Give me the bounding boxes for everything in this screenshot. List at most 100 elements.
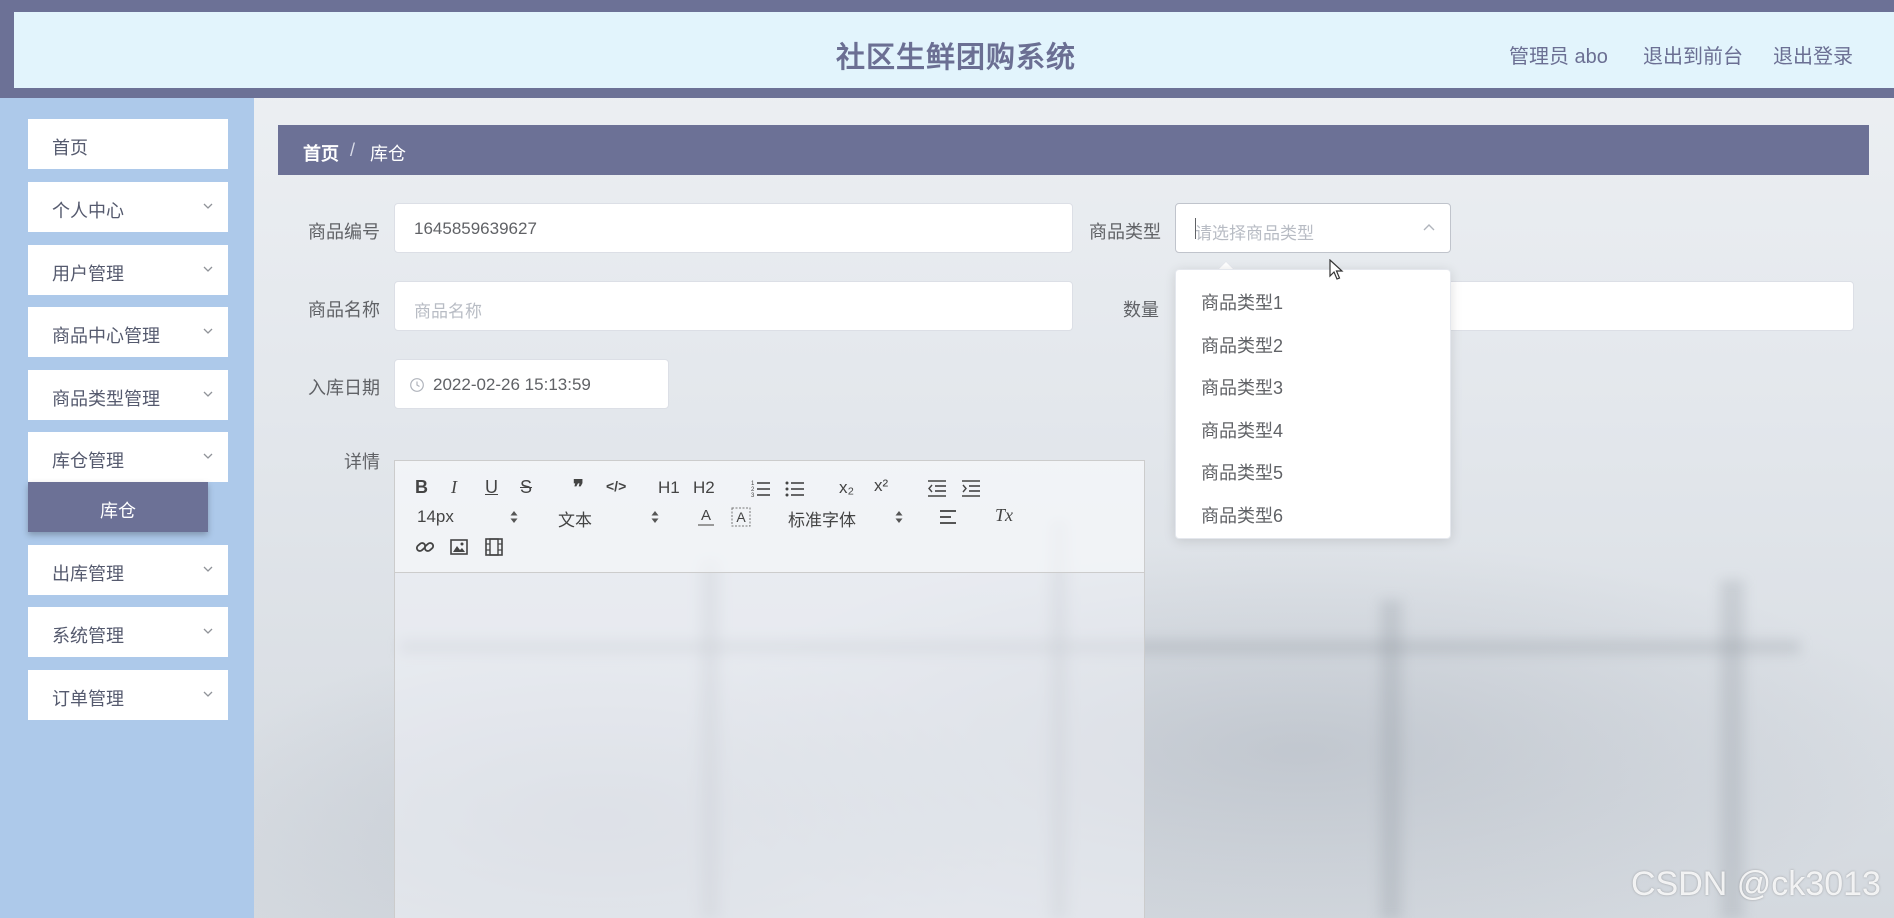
product-name-label: 商品名称	[308, 300, 380, 320]
sidebar-item-user-management[interactable]: 用户管理	[28, 245, 228, 295]
chevron-down-icon	[203, 203, 213, 209]
clock-icon	[410, 378, 424, 392]
exit-to-front-link[interactable]: 退出到前台	[1643, 40, 1743, 69]
text-style-select[interactable]: 文本	[558, 506, 592, 531]
sidebar-item-system[interactable]: 系统管理	[28, 607, 228, 657]
option-label: 商品类型2	[1201, 336, 1284, 356]
strike-button[interactable]: S	[520, 477, 532, 498]
select-arrows-icon	[651, 511, 659, 523]
background-color-icon[interactable]: A	[731, 507, 751, 527]
text-cursor	[1195, 218, 1196, 239]
sidebar-item-label: 商品中心管理	[52, 326, 160, 346]
breadcrumb: 首页 / 库仓	[278, 125, 1869, 175]
font-family-select[interactable]: 标准字体	[788, 506, 856, 531]
sidebar-item-product-type[interactable]: 商品类型管理	[28, 370, 228, 420]
sidebar-item-home[interactable]: 首页	[28, 119, 228, 169]
option-label: 商品类型6	[1201, 506, 1284, 526]
stock-date-picker[interactable]: 2022-02-26 15:13:59	[394, 359, 669, 409]
svg-text:A: A	[736, 509, 746, 525]
bullet-list-icon[interactable]	[785, 479, 805, 497]
underline-button[interactable]: U	[485, 477, 498, 498]
option-label: 商品类型1	[1201, 293, 1284, 313]
chevron-down-icon	[203, 628, 213, 634]
subscript-button[interactable]: x₂	[839, 478, 854, 498]
product-code-label: 商品编号	[308, 222, 380, 242]
dropdown-option[interactable]: 商品类型4	[1176, 406, 1450, 448]
product-code-input[interactable]: 1645859639627	[394, 203, 1073, 253]
sidebar-item-label: 库仓管理	[52, 451, 124, 471]
chevron-up-icon	[1423, 224, 1435, 231]
sidebar-subitem-warehouse[interactable]: 库仓	[28, 482, 208, 532]
header2-button[interactable]: H2	[693, 478, 715, 498]
link-icon[interactable]	[415, 538, 435, 556]
chevron-down-icon	[203, 453, 213, 459]
quantity-label: 数量	[1123, 300, 1159, 320]
sidebar-item-label: 订单管理	[52, 689, 124, 709]
sidebar-item-label: 商品类型管理	[52, 389, 160, 409]
clear-format-button[interactable]: Tx	[995, 505, 1013, 526]
product-code-value: 1645859639627	[414, 219, 537, 238]
editor-content-area[interactable]	[395, 574, 1144, 918]
details-label: 详情	[344, 452, 380, 472]
chevron-down-icon	[203, 266, 213, 272]
editor-toolbar: B I U S ❞ </> H1 H2 1 2 3 x₂ x² 14px 文本 …	[395, 461, 1144, 573]
font-size-select[interactable]: 14px	[417, 507, 454, 527]
align-left-icon[interactable]	[939, 508, 959, 526]
bold-button[interactable]: B	[415, 477, 428, 498]
dropdown-option[interactable]: 商品类型6	[1176, 491, 1450, 533]
indent-icon[interactable]	[961, 479, 981, 497]
image-icon[interactable]	[450, 539, 468, 555]
mouse-pointer-icon	[1329, 259, 1344, 280]
sidebar-item-label: 用户管理	[52, 264, 124, 284]
product-type-dropdown: 商品类型1 商品类型2 商品类型3 商品类型4 商品类型5 商品类型6	[1175, 269, 1451, 539]
sidebar-item-label: 出库管理	[52, 564, 124, 584]
svg-text:3: 3	[751, 493, 755, 497]
sidebar-item-label: 个人中心	[52, 201, 124, 221]
product-type-placeholder: 请选择商品类型	[1195, 224, 1314, 243]
sidebar-item-orders[interactable]: 订单管理	[28, 670, 228, 720]
chevron-down-icon	[203, 391, 213, 397]
admin-user-label[interactable]: 管理员 abo	[1509, 40, 1608, 69]
video-icon[interactable]	[485, 538, 503, 556]
product-type-select[interactable]: 请选择商品类型	[1175, 203, 1451, 253]
sidebar-item-product-center[interactable]: 商品中心管理	[28, 307, 228, 357]
dropdown-option[interactable]: 商品类型3	[1176, 363, 1450, 405]
code-block-button[interactable]: </>	[606, 478, 626, 494]
outdent-icon[interactable]	[927, 479, 947, 497]
sidebar-item-personal-center[interactable]: 个人中心	[28, 182, 228, 232]
sidebar-item-label: 系统管理	[52, 626, 124, 646]
breadcrumb-home[interactable]: 首页	[303, 140, 339, 166]
watermark: CSDN @ck3013	[1631, 865, 1881, 903]
option-label: 商品类型4	[1201, 421, 1284, 441]
dropdown-option[interactable]: 商品类型5	[1176, 448, 1450, 490]
italic-button[interactable]: I	[451, 477, 457, 498]
sidebar-item-label: 首页	[52, 138, 88, 158]
breadcrumb-current: 库仓	[370, 144, 406, 164]
product-type-label: 商品类型	[1089, 222, 1161, 242]
ordered-list-icon[interactable]: 1 2 3	[751, 479, 771, 497]
stock-date-value: 2022-02-26 15:13:59	[433, 375, 591, 394]
svg-text:A: A	[701, 507, 711, 524]
sidebar-subitem-label: 库仓	[100, 501, 136, 521]
option-label: 商品类型3	[1201, 378, 1284, 398]
option-label: 商品类型5	[1201, 463, 1284, 483]
sidebar-item-warehouse[interactable]: 库仓管理	[28, 432, 228, 482]
chevron-down-icon	[203, 691, 213, 697]
chevron-down-icon	[203, 328, 213, 334]
text-color-icon[interactable]: A	[697, 506, 715, 528]
select-arrows-icon	[510, 511, 518, 523]
blockquote-button[interactable]: ❞	[573, 475, 584, 500]
app-title: 社区生鲜团购系统	[835, 42, 1076, 74]
top-header: 社区生鲜团购系统 管理员 abo 退出到前台 退出登录	[0, 0, 1894, 98]
select-arrows-icon	[895, 511, 903, 523]
superscript-button[interactable]: x²	[874, 476, 888, 496]
dropdown-option[interactable]: 商品类型2	[1176, 321, 1450, 363]
rich-text-editor: B I U S ❞ </> H1 H2 1 2 3 x₂ x² 14px 文本 …	[394, 460, 1145, 918]
breadcrumb-separator: /	[350, 140, 356, 160]
dropdown-option[interactable]: 商品类型1	[1176, 278, 1450, 320]
product-name-input[interactable]: 商品名称	[394, 281, 1073, 331]
logout-link[interactable]: 退出登录	[1773, 40, 1853, 69]
chevron-down-icon	[203, 566, 213, 572]
header1-button[interactable]: H1	[658, 478, 680, 498]
sidebar-item-outbound[interactable]: 出库管理	[28, 545, 228, 595]
